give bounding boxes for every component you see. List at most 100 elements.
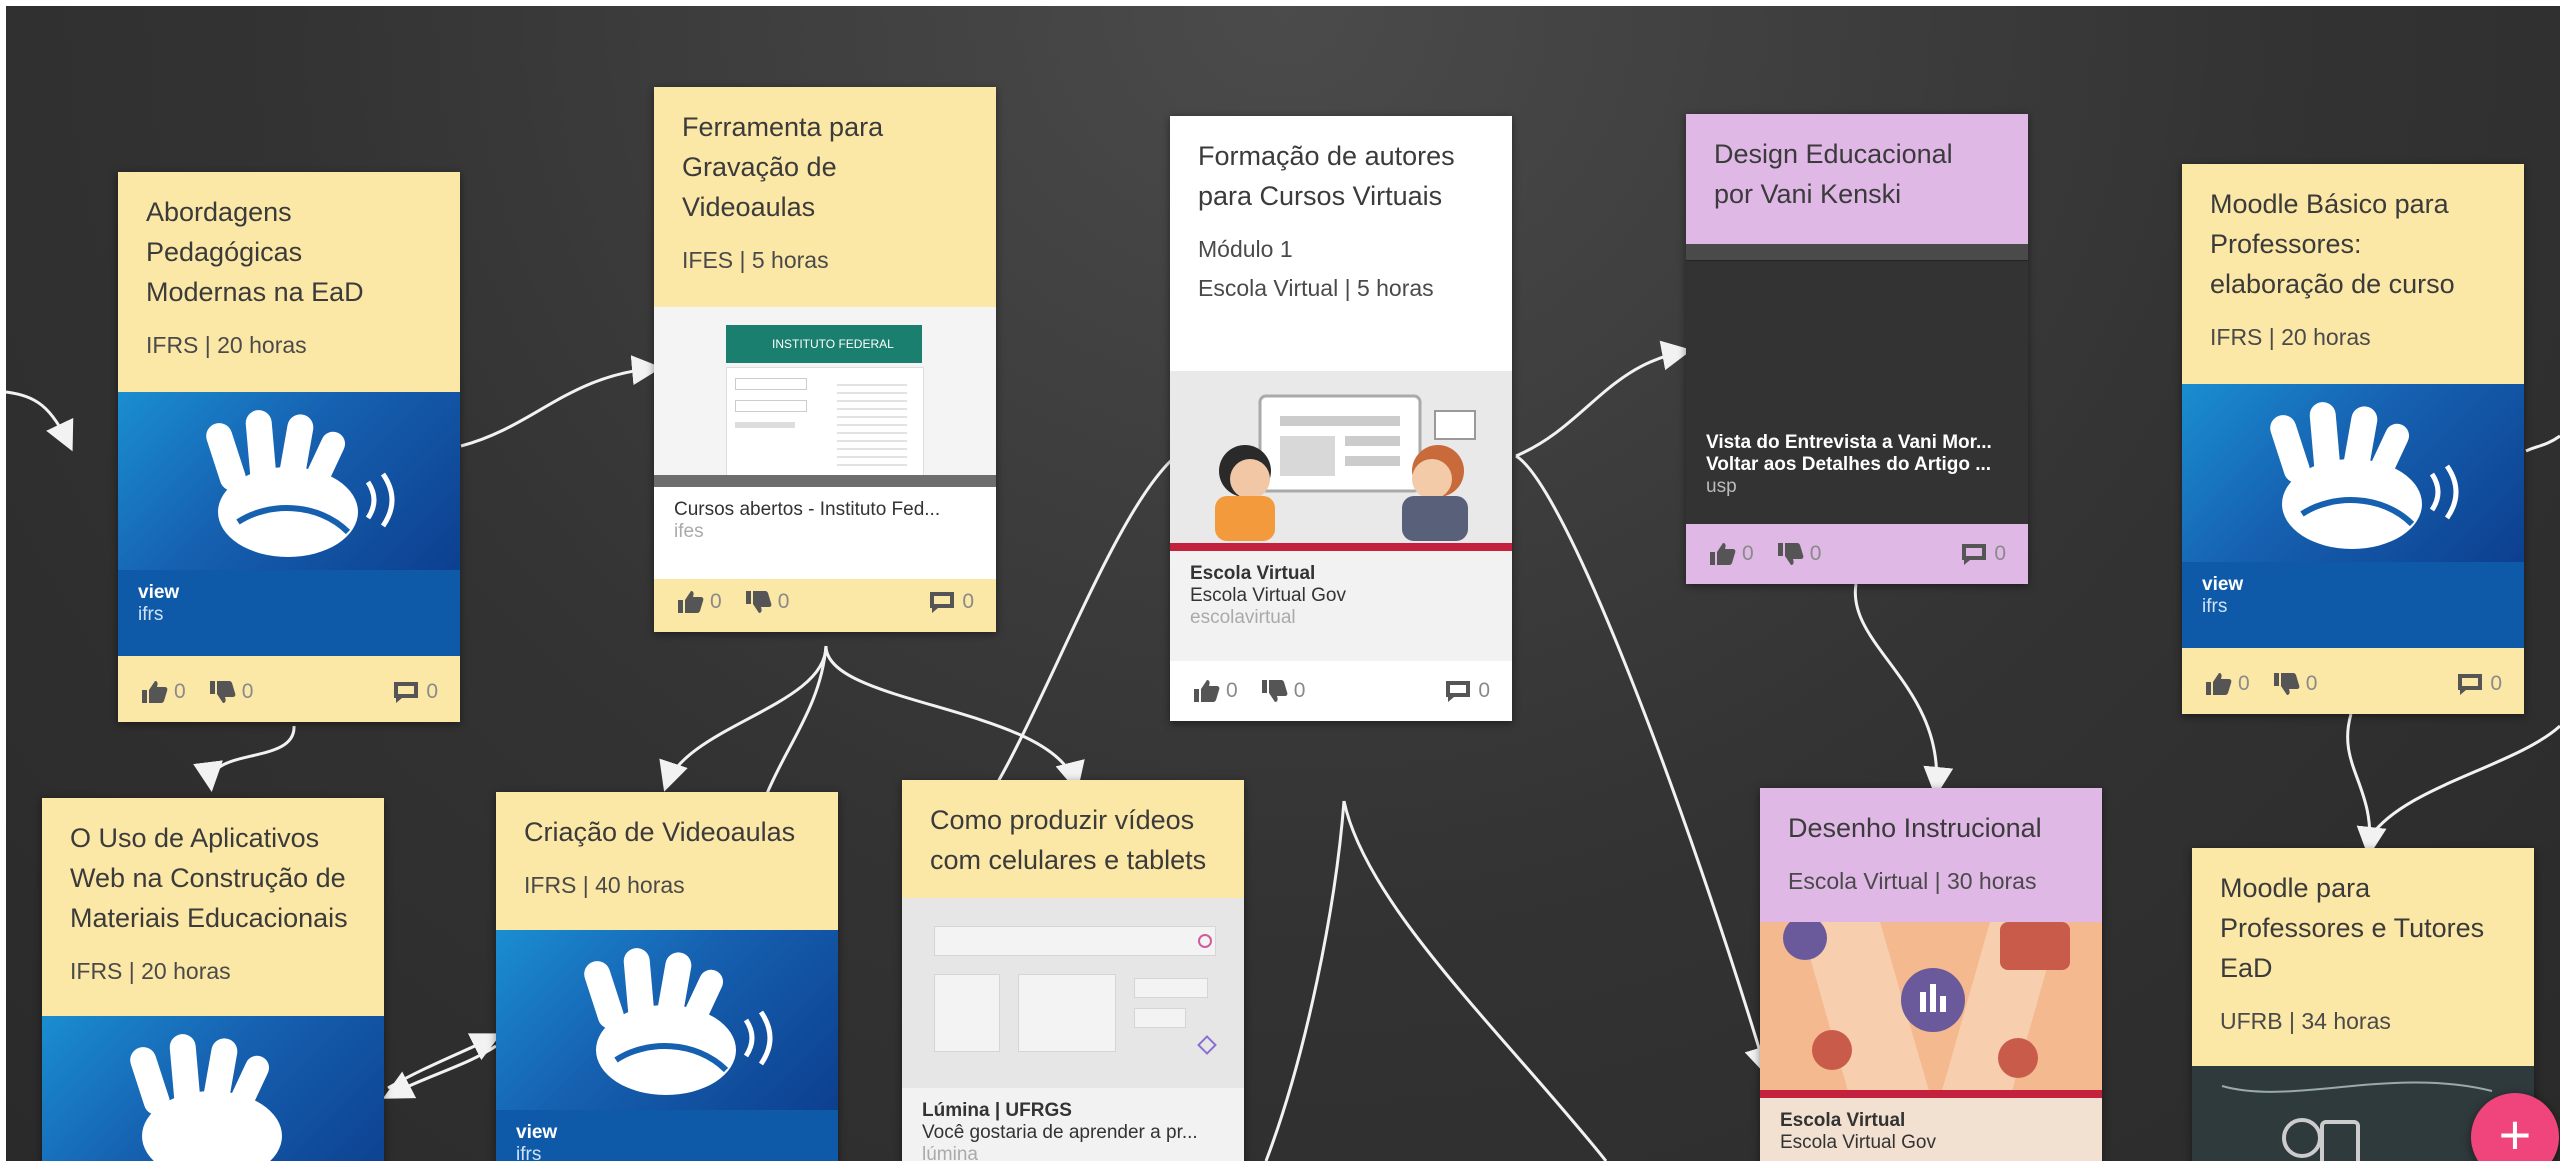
- link-title: Escola Virtual: [1780, 1110, 1906, 1131]
- link-preview[interactable]: Escola Virtual Escola Virtual Gov: [1760, 1098, 2102, 1161]
- thumbs-up-icon[interactable]: [140, 680, 168, 704]
- link-title: view: [516, 1122, 558, 1143]
- dislike-count: 0: [1293, 679, 1306, 702]
- link-subtitle: Escola Virtual Gov: [1780, 1132, 1936, 1153]
- link-subtitle: Voltar aos Detalhes do Artigo ...: [1706, 454, 1992, 475]
- card-meta-module: Módulo 1: [1198, 236, 1293, 262]
- card-title: Abordagens Pedagógicas Modernas na EaD: [146, 197, 364, 307]
- connector: [460, 355, 662, 448]
- card-meta: IFRS | 20 horas: [70, 958, 231, 984]
- link-title: Lúmina | UFRGS: [922, 1100, 1072, 1121]
- thumbs-down-icon[interactable]: [208, 680, 236, 704]
- card-design-educacional[interactable]: Design Educacional por Vani Kenski Vista …: [1686, 114, 2028, 584]
- dislike-count: 0: [777, 590, 790, 613]
- thumbs-down-icon[interactable]: [2272, 672, 2300, 696]
- like-count: 0: [174, 680, 186, 703]
- comment-icon[interactable]: [392, 680, 420, 704]
- comment-count: 0: [426, 680, 438, 703]
- comment-count: 0: [962, 590, 974, 613]
- reaction-bar: 0 0 0: [1170, 661, 1512, 721]
- online-class-illustration: [1170, 394, 1512, 551]
- link-preview[interactable]: view ifrs: [496, 1110, 838, 1161]
- connector: [2346, 713, 2387, 857]
- reaction-bar: 0 0 0: [118, 662, 460, 722]
- connector: [764, 645, 828, 797]
- card-formacao[interactable]: Formação de autores para Cursos Virtuais …: [1170, 116, 1512, 721]
- card-thumbnail[interactable]: [902, 898, 1244, 1088]
- card-thumbnail[interactable]: INSTITUTO FEDERAL: [654, 307, 996, 487]
- link-source: escolavirtual: [1190, 607, 1296, 628]
- dislike-count: 0: [1809, 542, 1822, 565]
- like-count: 0: [710, 590, 722, 613]
- card-thumbnail[interactable]: [496, 930, 838, 1110]
- card-thumbnail[interactable]: [1170, 371, 1512, 551]
- card-meta: IFRS | 20 horas: [146, 332, 307, 358]
- card-desenho-instrucional[interactable]: Desenho Instrucional Escola Virtual | 30…: [1760, 788, 2102, 1161]
- link-source: ifrs: [516, 1144, 542, 1161]
- sign-language-icon: [584, 948, 773, 1095]
- card-meta: Escola Virtual | 30 horas: [1788, 868, 2037, 894]
- institute-header: INSTITUTO FEDERAL: [726, 325, 922, 363]
- link-source: usp: [1706, 476, 1737, 497]
- thumbs-up-icon[interactable]: [2204, 672, 2232, 696]
- card-meta: IFRS | 20 horas: [2210, 324, 2371, 350]
- like-count: 0: [2238, 672, 2250, 695]
- card-ferramenta[interactable]: Ferramenta para Gravação de Videoaulas IFE…: [654, 87, 996, 632]
- comment-icon[interactable]: [1960, 542, 1988, 566]
- sign-language-icon: [206, 410, 395, 557]
- card-criacao-videoaulas[interactable]: Criação de Videoaulas IFRS | 40 horas vi…: [496, 792, 838, 1161]
- thumbs-up-icon[interactable]: [1192, 679, 1220, 703]
- card-title: O Uso de Aplicativos Web na Construção de…: [70, 823, 348, 933]
- card-thumbnail[interactable]: [42, 1016, 384, 1161]
- dislike-count: 0: [2305, 672, 2318, 695]
- link-preview[interactable]: view ifrs: [2182, 562, 2524, 648]
- card-thumbnail[interactable]: [2182, 384, 2524, 562]
- connector: [1853, 583, 1954, 797]
- link-preview[interactable]: Escola Virtual Escola Virtual Gov escola…: [1170, 551, 1512, 667]
- card-meta: IFES | 5 horas: [682, 247, 829, 273]
- thumbs-up-icon[interactable]: [676, 590, 704, 614]
- comment-icon[interactable]: [928, 590, 956, 614]
- like-count: 0: [1742, 542, 1754, 565]
- wireframe-header: [934, 926, 1216, 956]
- thumbs-down-icon[interactable]: [744, 590, 772, 614]
- card-thumbnail[interactable]: [1760, 922, 2102, 1098]
- padlet-canvas[interactable]: Abordagens Pedagógicas Modernas na EaD IFR…: [6, 6, 2560, 1161]
- link-source: ifes: [674, 521, 704, 542]
- card-thumbnail[interactable]: [118, 392, 460, 570]
- like-count: 0: [1226, 679, 1238, 702]
- pdf-toolbar: [1686, 244, 2028, 261]
- card-moodle-basico[interactable]: Moodle Básico para Professores: elaboração…: [2182, 164, 2524, 714]
- card-abordagens[interactable]: Abordagens Pedagógicas Modernas na EaD IFR…: [118, 172, 460, 722]
- comment-icon[interactable]: [2456, 672, 2484, 696]
- card-meta: Escola Virtual | 5 horas: [1198, 275, 1434, 301]
- comment-icon[interactable]: [1444, 679, 1472, 703]
- link-title: view: [2202, 574, 2244, 595]
- instructional-design-illustration: [1760, 922, 2102, 1098]
- link-preview[interactable]: Cursos abertos - Instituto Fed... ifes: [654, 487, 996, 579]
- comment-count: 0: [1478, 679, 1490, 702]
- link-preview[interactable]: Lúmina | UFRGS Você gostaria de aprender…: [902, 1088, 1244, 1161]
- login-form-preview: [726, 367, 924, 479]
- thumbs-down-icon[interactable]: [1260, 679, 1288, 703]
- card-title: Ferramenta para Gravação de Videoaulas: [682, 112, 884, 222]
- thumbs-up-icon[interactable]: [1708, 542, 1736, 566]
- reaction-bar: 0 0 0: [2182, 654, 2524, 714]
- connector: [382, 1044, 497, 1099]
- card-como-produzir[interactable]: Como produzir vídeos com celulares e tabl…: [902, 780, 1244, 1161]
- connector: [387, 1033, 502, 1090]
- sign-language-icon: [2270, 402, 2459, 549]
- connector: [659, 645, 828, 792]
- card-thumbnail[interactable]: Vista do Entrevista a Vani Mor... Voltar…: [1686, 244, 2028, 524]
- link-preview[interactable]: view ifrs: [118, 570, 460, 656]
- reaction-bar: 0 0 0: [1686, 524, 2028, 584]
- thumbs-down-icon[interactable]: [1776, 542, 1804, 566]
- card-uso-aplicativos[interactable]: O Uso de Aplicativos Web na Construção de…: [42, 798, 384, 1161]
- card-title: Moodle para Professores e Tutores EaD: [2220, 873, 2485, 983]
- card-title: Como produzir vídeos com celulares e tabl…: [930, 805, 1207, 875]
- link-preview[interactable]: Vista do Entrevista a Vani Mor... Voltar…: [1686, 424, 2028, 506]
- comment-count: 0: [1994, 542, 2006, 565]
- link-subtitle: Escola Virtual Gov: [1190, 585, 1346, 606]
- card-meta: IFRS | 40 horas: [524, 872, 685, 898]
- connector: [193, 725, 296, 792]
